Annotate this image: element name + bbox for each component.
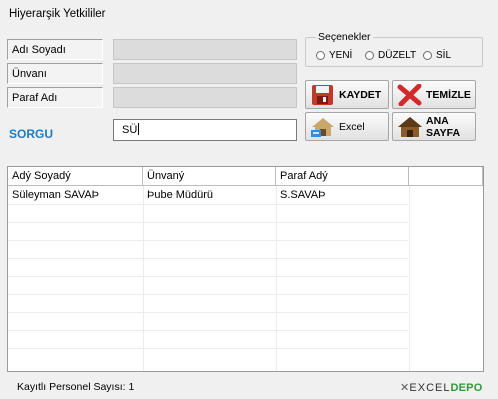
name-input: [113, 39, 297, 60]
radio-edit[interactable]: DÜZELT: [365, 50, 416, 61]
logo-text-excel: EXCEL: [409, 382, 451, 394]
column-header-name[interactable]: Adý Soyadý: [8, 167, 143, 186]
column-header-title[interactable]: Ünvaný: [143, 167, 276, 186]
house-export-icon: [310, 116, 336, 138]
query-input[interactable]: SÜ: [113, 119, 297, 141]
excel-button[interactable]: Excel: [305, 112, 389, 141]
radio-delete[interactable]: SİL: [423, 50, 451, 61]
initials-input: [113, 87, 297, 108]
query-value: SÜ: [122, 124, 138, 136]
title-label: Ünvanı: [7, 63, 103, 84]
house-icon: [397, 116, 423, 138]
column-header-initials[interactable]: Paraf Adý: [276, 167, 409, 186]
home-button-label: ANA SAYFA: [426, 114, 461, 139]
home-button[interactable]: ANA SAYFA: [392, 112, 476, 141]
window-title: Hiyerarşik Yetkililer: [9, 8, 106, 20]
column-header-empty: [409, 167, 483, 186]
row-divider: [8, 348, 408, 349]
save-button[interactable]: KAYDET: [305, 80, 389, 109]
radio-circle-icon: [316, 51, 325, 60]
radio-delete-label: SİL: [436, 50, 452, 61]
row-divider: [8, 258, 408, 259]
radio-circle-icon: [365, 51, 374, 60]
red-x-icon: [397, 83, 423, 106]
radio-new-label: YENİ: [329, 50, 353, 61]
clear-button[interactable]: TEMİZLE: [392, 80, 476, 109]
row-divider: [8, 204, 408, 205]
title-input: [113, 63, 297, 84]
cell-initials: S.SAVAÞ: [280, 189, 326, 201]
save-button-label: KAYDET: [339, 88, 382, 101]
radio-edit-label: DÜZELT: [378, 50, 417, 61]
row-divider: [8, 276, 408, 277]
grid-header: Adý Soyadý Ünvaný Paraf Adý: [8, 167, 483, 186]
text-caret: [138, 123, 140, 135]
logo-text-depo: DEPO: [450, 382, 483, 394]
personnel-grid[interactable]: Adý Soyadý Ünvaný Paraf Adý Süleyman SAV…: [7, 166, 484, 372]
logo-mark-icon: ✕: [400, 382, 410, 394]
column-divider: [143, 186, 144, 371]
cell-name: Süleyman SAVAÞ: [12, 189, 100, 201]
radio-circle-icon: [423, 51, 432, 60]
clear-button-label: TEMİZLE: [426, 88, 471, 101]
row-divider: [8, 330, 408, 331]
row-divider: [8, 312, 408, 313]
row-divider: [8, 222, 408, 223]
query-label: SORGU: [9, 127, 54, 141]
row-divider: [8, 294, 408, 295]
column-divider: [276, 186, 277, 371]
radio-new[interactable]: YENİ: [316, 50, 352, 61]
name-label: Adı Soyadı: [7, 39, 103, 60]
column-divider: [409, 186, 410, 371]
excel-depo-logo: ✕EXCELDEPO: [400, 381, 482, 394]
row-divider: [8, 240, 408, 241]
initials-label: Paraf Adı: [7, 87, 103, 108]
options-legend: Seçenekler: [316, 31, 373, 43]
record-count-status: Kayıtlı Personel Sayısı: 1: [17, 381, 135, 393]
floppy-disk-icon: [310, 84, 336, 106]
cell-title: Þube Müdürü: [147, 189, 214, 201]
excel-button-label: Excel: [339, 120, 365, 133]
